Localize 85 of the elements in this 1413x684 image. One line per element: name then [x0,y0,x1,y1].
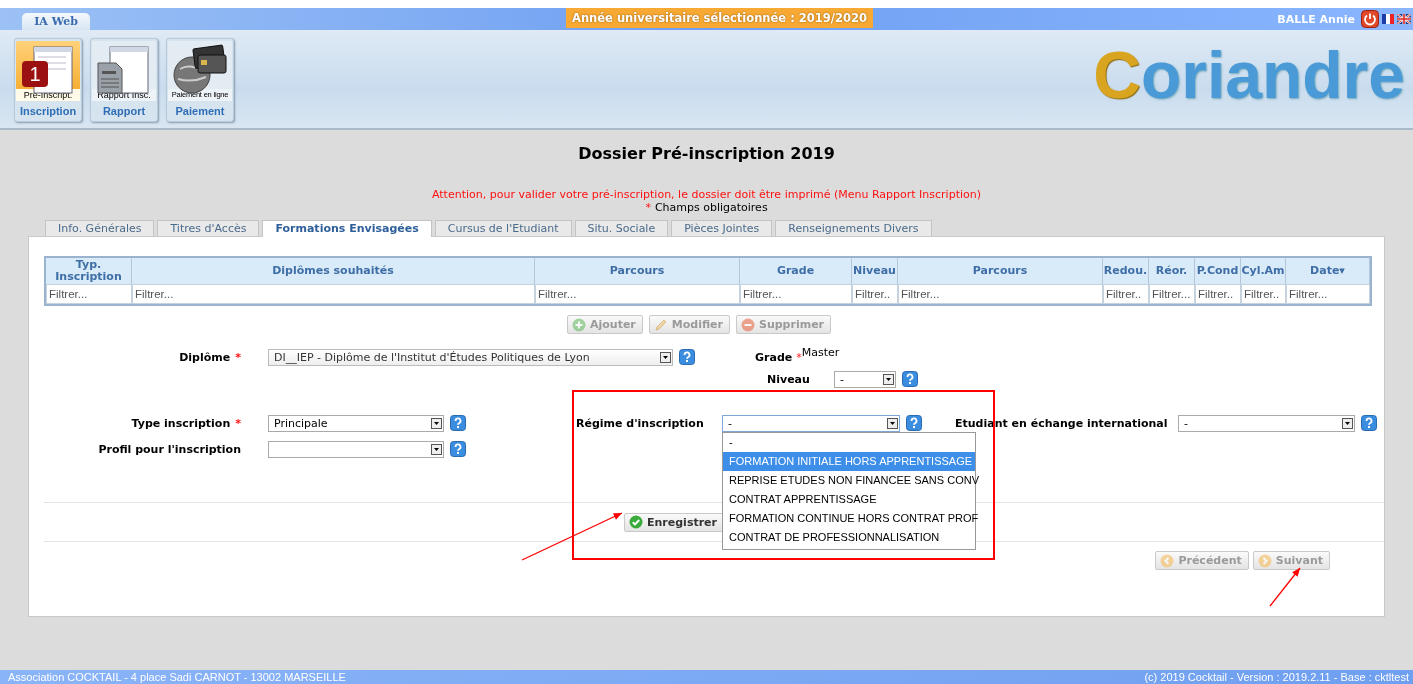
tab[interactable]: Renseignements Divers [775,220,932,236]
filter-field[interactable]: Filtrer.. [1195,284,1241,304]
required-mark: * [645,201,651,214]
filter-field[interactable]: Filtrer... [132,284,535,304]
dropdown-field[interactable]: - [833,370,896,388]
plus-icon [571,317,586,332]
column-header[interactable]: Redou. [1103,258,1149,284]
tab[interactable]: Formations Envisagées [262,220,432,237]
dropdown-caret-icon [887,417,898,429]
field-label: Régime d'inscription [576,416,705,430]
dropdown-field[interactable]: - [722,414,900,432]
dropdown-field[interactable]: DI__IEP - Diplôme de l'Institut d'Études Politiques de Lyon [268,348,673,366]
column-header[interactable]: Réor. [1149,258,1195,284]
dropdown-field[interactable]: - [1178,414,1355,432]
field-label: Grade [755,350,793,364]
dropdown-field[interactable]: Principale [268,414,444,432]
page-title: Dossier Pré-inscription 2019 [578,144,835,163]
column-header[interactable]: Date▾ [1286,258,1370,284]
column-header[interactable]: Parcours [535,258,740,284]
tab[interactable]: Info. Générales [45,220,155,236]
column-header[interactable]: Niveau [852,258,898,284]
footer-address: Association COCKTAIL - 4 place Sadi CARNOT - 13002 MARSEILLE [8,670,346,684]
help-icon[interactable] [679,349,695,365]
module-button[interactable]: 1 Pré-Inscript. Inscription [14,38,82,122]
dropdown-caret-icon [660,351,671,363]
help-icon[interactable] [1361,415,1377,431]
number-badge: 1 [22,61,48,87]
dropdown-caret-icon [431,417,442,429]
filter-field[interactable]: Filtrer.. [852,284,898,304]
help-icon[interactable] [450,441,466,457]
module-group-label: Inscription [19,104,77,119]
dropdown-caret-icon [882,373,894,385]
app-tab[interactable]: IA Web [22,13,90,30]
dropdown-field[interactable] [268,440,444,458]
filter-field[interactable]: Filtrer... [1149,284,1195,304]
tab[interactable]: Situ. Sociale [574,220,669,236]
column-header[interactable]: Cyl.Am [1241,258,1286,284]
required-mark: * [235,350,241,364]
logo-initial: C [1093,40,1141,110]
required-note: Champs obligatoires [654,201,768,214]
power-icon[interactable] [1361,10,1379,28]
pencil-icon [653,317,668,332]
filter-field[interactable]: Filtrer... [535,284,740,304]
uk-flag-icon[interactable] [1397,14,1411,24]
filter-field[interactable]: Filtrer... [740,284,852,304]
module-group-label: Paiement [175,104,225,119]
checkmark-icon [629,515,643,529]
academic-year-banner: Année universitaire sélectionnée : 2019/2020 [566,8,873,28]
field-label: Diplôme [179,350,231,364]
minus-icon [741,317,755,332]
save-button[interactable]: Enregistrer [624,512,724,532]
column-header[interactable]: Parcours [898,258,1103,284]
field-label: Niveau [767,372,810,386]
tab[interactable]: Cursus de l'Etudiant [434,220,572,236]
dropdown-option[interactable]: - [723,432,975,452]
filter-field[interactable]: Filtrer... [46,284,132,304]
column-header[interactable]: Typ. Inscription [46,258,132,284]
column-header[interactable]: Diplômes souhaités [132,258,535,284]
module-group-label: Rapport [102,104,146,119]
grade-value: Master [801,346,840,359]
field-label: Profil pour l'inscription [98,442,241,456]
required-mark: * [796,350,802,364]
help-icon[interactable] [901,371,918,387]
french-flag-icon[interactable] [1382,14,1394,24]
column-header[interactable]: P.Cond [1195,258,1241,284]
warning-message: Attention, pour valider votre pré-inscription, le dossier doit être imprimé (Menu Rapport Inscription) [431,188,982,201]
logo-text: oriandre [1140,40,1405,110]
tab[interactable]: Titres d'Accès [157,220,260,236]
column-header[interactable]: Grade [740,258,852,284]
dropdown-option[interactable]: FORMATION INITIALE HORS APPRENTISSAGE [723,451,975,471]
filter-field[interactable]: Filtrer... [1286,284,1370,304]
help-icon[interactable] [906,415,922,431]
dropdown-caret-icon [1342,417,1353,429]
dropdown-caret-icon [431,443,442,455]
filter-field[interactable]: Filtrer.. [1103,284,1149,304]
user-name: BALLE Annie [1277,12,1355,26]
field-label: Type inscription [131,416,231,430]
tab[interactable]: Pièces Jointes [671,220,773,236]
footer-version: (c) 2019 Cocktail - Version : 2019.2.11 - Base : cktltest [1144,670,1409,684]
dropdown-option[interactable]: CONTRAT APPRENTISSAGE [723,489,975,509]
dropdown-option[interactable]: CONTRAT DE PROFESSIONNALISATION [723,527,975,547]
filter-field[interactable]: Filtrer... [898,284,1103,304]
filter-field[interactable]: Filtrer.. [1241,284,1286,304]
required-mark: * [235,416,241,430]
help-icon[interactable] [450,415,466,431]
